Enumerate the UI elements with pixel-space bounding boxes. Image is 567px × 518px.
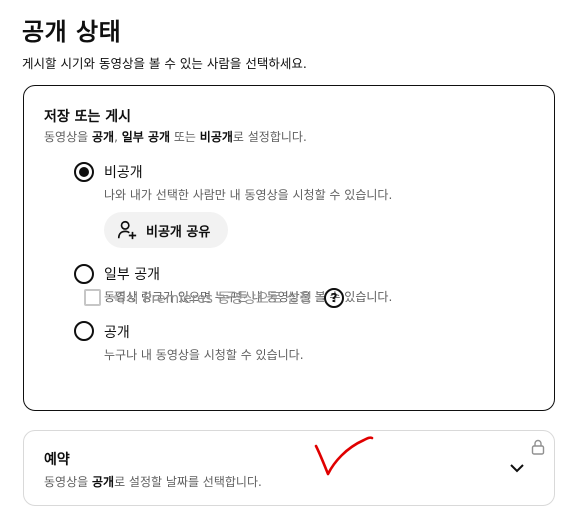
save-or-publish-title: 저장 또는 게시 <box>44 109 132 125</box>
page-title: 공개 상태 <box>22 18 122 46</box>
premiere-checkbox[interactable] <box>84 289 101 306</box>
option-public-label[interactable]: 공개 <box>104 322 130 342</box>
radio-public[interactable] <box>74 321 94 341</box>
desc-text: 동영상을 <box>44 475 92 489</box>
schedule-description: 동영상을 공개로 설정할 날짜를 선택합니다. <box>44 473 262 490</box>
desc-text: 로 설정할 날짜를 선택합니다. <box>114 475 262 489</box>
desc-text: , <box>114 130 122 144</box>
save-or-publish-card: 저장 또는 게시 동영상을 공개, 일부 공개 또는 비공개로 설정합니다. 비… <box>23 85 555 411</box>
desc-text: 동영상을 <box>44 130 92 144</box>
premiere-checkbox-label[interactable]: 즉시 Premieres 동영상으로 설정 <box>113 288 312 308</box>
desc-bold-private: 비공개 <box>199 130 233 144</box>
option-unlisted-label[interactable]: 일부 공개 <box>104 264 160 284</box>
option-public-description: 누구나 내 동영상을 시청할 수 있습니다. <box>104 348 304 362</box>
desc-bold-unlisted: 일부 공개 <box>121 130 171 144</box>
desc-bold-public: 공개 <box>91 475 115 489</box>
schedule-card[interactable]: 예약 동영상을 공개로 설정할 날짜를 선택합니다. <box>23 430 555 506</box>
desc-text: 로 설정합니다. <box>232 130 307 144</box>
desc-text: 또는 <box>170 130 200 144</box>
private-share-label: 비공개 공유 <box>146 224 211 240</box>
desc-bold-public: 공개 <box>91 130 115 144</box>
schedule-title: 예약 <box>44 452 70 468</box>
radio-private[interactable] <box>74 162 94 182</box>
person-add-icon <box>117 220 137 240</box>
option-private-label[interactable]: 비공개 <box>104 162 143 182</box>
page-subtitle: 게시할 시기와 동영상을 볼 수 있는 사람을 선택하세요. <box>22 56 307 71</box>
lock-icon <box>531 439 545 455</box>
chevron-down-icon[interactable] <box>508 461 526 475</box>
radio-unlisted[interactable] <box>74 264 94 284</box>
option-private-description: 나와 내가 선택한 사람만 내 동영상을 시청할 수 있습니다. <box>104 188 393 202</box>
private-share-button[interactable]: 비공개 공유 <box>104 212 228 248</box>
help-icon[interactable]: ? <box>324 288 344 308</box>
save-or-publish-description: 동영상을 공개, 일부 공개 또는 비공개로 설정합니다. <box>44 128 307 145</box>
handwritten-checkmark <box>314 436 374 476</box>
